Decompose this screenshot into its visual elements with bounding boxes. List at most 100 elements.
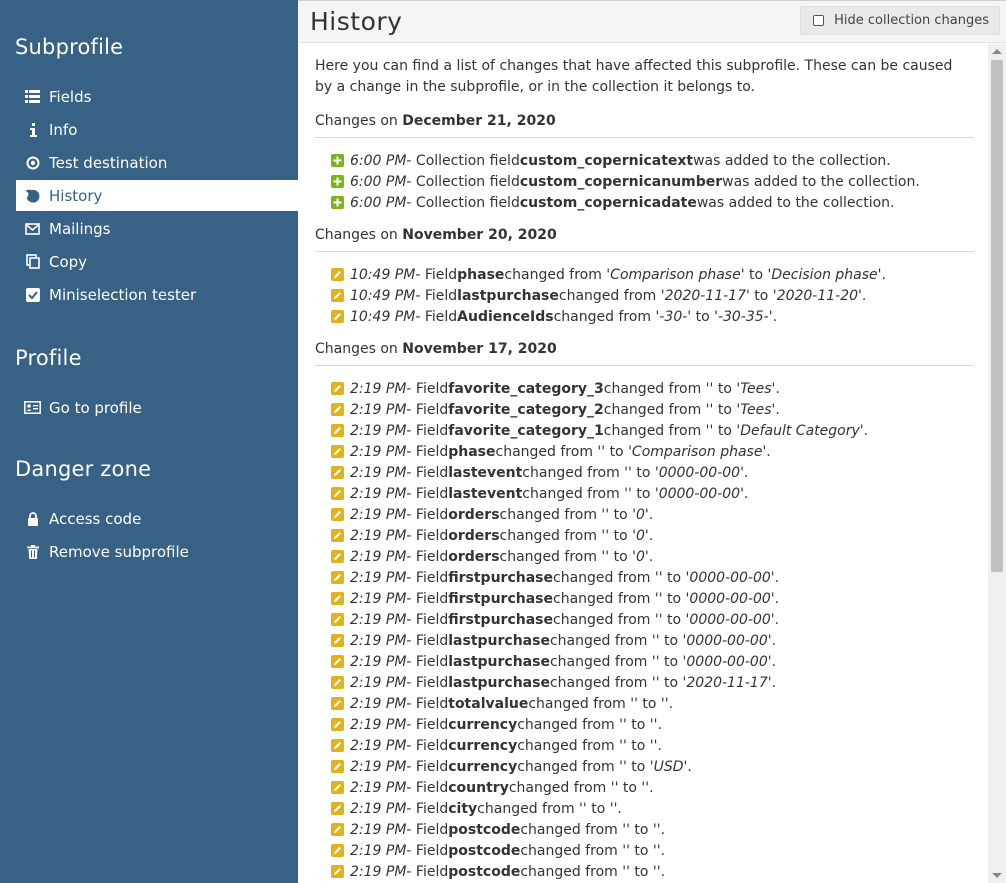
page-title: History xyxy=(310,7,403,36)
entry-field: firstpurchase xyxy=(448,569,553,586)
history-entry: 2:19 PM - Field orders changed from ' ' t… xyxy=(331,525,653,546)
entry-field: postcode xyxy=(448,863,521,880)
lock-icon xyxy=(24,510,41,527)
entry-time: 6:00 PM xyxy=(350,152,407,169)
scrollbar[interactable] xyxy=(988,44,1006,883)
entry-new-value: 0000-00-00 xyxy=(658,485,741,502)
entry-field: favorite_category_1 xyxy=(448,422,604,439)
sidebar-item-label: Go to profile xyxy=(49,398,142,417)
scroll-down-arrow-icon[interactable] xyxy=(992,873,1002,878)
entry-new-value: 0 xyxy=(635,548,645,565)
entry-field: favorite_category_3 xyxy=(448,380,604,397)
sidebar-item-label: Test destination xyxy=(49,153,168,172)
entry-time: 2:19 PM xyxy=(350,737,407,754)
history-icon xyxy=(24,187,41,204)
entry-field: custom_copernicanumber xyxy=(519,173,723,190)
entry-field: firstpurchase xyxy=(448,590,553,607)
pencil-icon xyxy=(331,529,344,542)
entry-time: 10:49 PM xyxy=(350,266,416,283)
sidebar-section-title: Subprofile xyxy=(15,35,124,59)
entry-text: - Collection field xyxy=(406,173,520,190)
sidebar-item-access-code[interactable]: Access code xyxy=(16,503,298,534)
history-entry: 10:49 PM - Field phase changed from ' Com… xyxy=(331,264,886,285)
entry-time: 2:19 PM xyxy=(350,380,407,397)
day-heading: Changes on December 21, 2020 xyxy=(315,113,974,138)
entry-field: orders xyxy=(448,506,500,523)
entry-field: favorite_category_2 xyxy=(448,401,604,418)
hide-collection-changes-toggle[interactable]: Hide collection changes xyxy=(800,6,1000,35)
pencil-icon xyxy=(331,865,344,878)
entry-new-value: 0000-00-00 xyxy=(686,632,768,649)
entry-text: - Collection field xyxy=(406,194,520,211)
entry-field: firstpurchase xyxy=(448,611,553,628)
pencil-icon xyxy=(331,718,344,731)
history-entry: 2:19 PM - Field postcode changed from ' '… xyxy=(331,861,665,882)
sidebar-item-go-to-profile[interactable]: Go to profile xyxy=(16,392,298,423)
entry-new-value: USD xyxy=(653,758,684,775)
sidebar-item-mailings[interactable]: Mailings xyxy=(16,213,298,244)
entry-field: currency xyxy=(448,716,518,733)
pencil-icon xyxy=(331,634,344,647)
entry-old-value: 2020-11-17 xyxy=(664,287,746,304)
pencil-icon xyxy=(331,268,344,281)
entry-new-value: 0000-00-00 xyxy=(689,569,771,586)
sidebar-item-miniselection-tester[interactable]: Miniselection tester xyxy=(16,279,298,310)
checkbox-icon xyxy=(24,286,41,303)
sidebar-item-test-destination[interactable]: Test destination xyxy=(16,147,298,178)
entry-time: 2:19 PM xyxy=(350,401,407,418)
pencil-icon xyxy=(331,655,344,668)
entry-time: 2:19 PM xyxy=(350,863,407,880)
sidebar-item-copy[interactable]: Copy xyxy=(16,246,298,277)
day-heading: Changes on November 17, 2020 xyxy=(315,341,974,366)
entry-new-value: 0000-00-00 xyxy=(686,653,768,670)
intro-text: Here you can find a list of changes that… xyxy=(315,58,953,95)
entry-field: lastevent xyxy=(448,485,523,502)
pencil-icon xyxy=(331,802,344,815)
checkbox-icon[interactable] xyxy=(813,15,825,26)
entry-text: was added to the collection. xyxy=(722,173,920,190)
target-icon xyxy=(24,154,41,171)
entry-time: 2:19 PM xyxy=(350,800,407,817)
scrollbar-thumb[interactable] xyxy=(991,60,1003,572)
sidebar-section-title: Profile xyxy=(15,346,82,370)
pencil-icon xyxy=(331,466,344,479)
pencil-icon xyxy=(331,613,344,626)
entry-time: 2:19 PM xyxy=(350,443,407,460)
entry-field: currency xyxy=(448,758,518,775)
sidebar-item-label: Access code xyxy=(49,509,142,528)
sidebar-item-history[interactable]: History xyxy=(16,180,298,211)
entry-new-value: 0000-00-00 xyxy=(689,590,771,607)
entry-time: 2:19 PM xyxy=(350,506,407,523)
day-heading: Changes on November 20, 2020 xyxy=(315,227,974,252)
sidebar-item-label: Miniselection tester xyxy=(49,285,197,304)
pencil-icon xyxy=(331,445,344,458)
pencil-icon xyxy=(331,844,344,857)
copy-icon xyxy=(24,253,41,270)
info-icon xyxy=(24,121,41,138)
entry-text: - Collection field xyxy=(406,152,520,169)
entry-new-value: 0 xyxy=(635,527,645,544)
scroll-up-arrow-icon[interactable] xyxy=(992,49,1002,54)
entry-field: lastpurchase xyxy=(448,632,550,649)
history-entry: 2:19 PM - Field firstpurchase changed fr… xyxy=(331,567,779,588)
entry-time: 2:19 PM xyxy=(350,464,407,481)
history-entry: 2:19 PM - Field favorite_category_3 chan… xyxy=(331,378,780,399)
history-entry: 10:49 PM - Field AudienceIds changed fro… xyxy=(331,306,777,327)
entry-field: country xyxy=(448,779,509,796)
envelope-icon xyxy=(24,220,41,237)
history-content: Here you can find a list of changes that… xyxy=(298,44,988,883)
entry-new-value: Tees xyxy=(740,380,772,397)
main-panel: History Hide collection changes Here you… xyxy=(298,0,1006,883)
history-entry: 2:19 PM - Field currency changed from ' '… xyxy=(331,714,662,735)
entry-time: 2:19 PM xyxy=(350,527,407,544)
pencil-icon xyxy=(331,739,344,752)
history-entry: 2:19 PM - Field firstpurchase changed fr… xyxy=(331,588,779,609)
hide-collection-changes-label: Hide collection changes xyxy=(834,13,989,28)
pencil-icon xyxy=(331,592,344,605)
entry-time: 2:19 PM xyxy=(350,590,407,607)
entry-field: AudienceIds xyxy=(457,308,554,325)
sidebar-item-fields[interactable]: Fields xyxy=(16,81,298,112)
changes-on-label: Changes on xyxy=(315,227,398,243)
sidebar-item-info[interactable]: Info xyxy=(16,114,298,145)
sidebar-item-remove-subprofile[interactable]: Remove subprofile xyxy=(16,536,298,567)
